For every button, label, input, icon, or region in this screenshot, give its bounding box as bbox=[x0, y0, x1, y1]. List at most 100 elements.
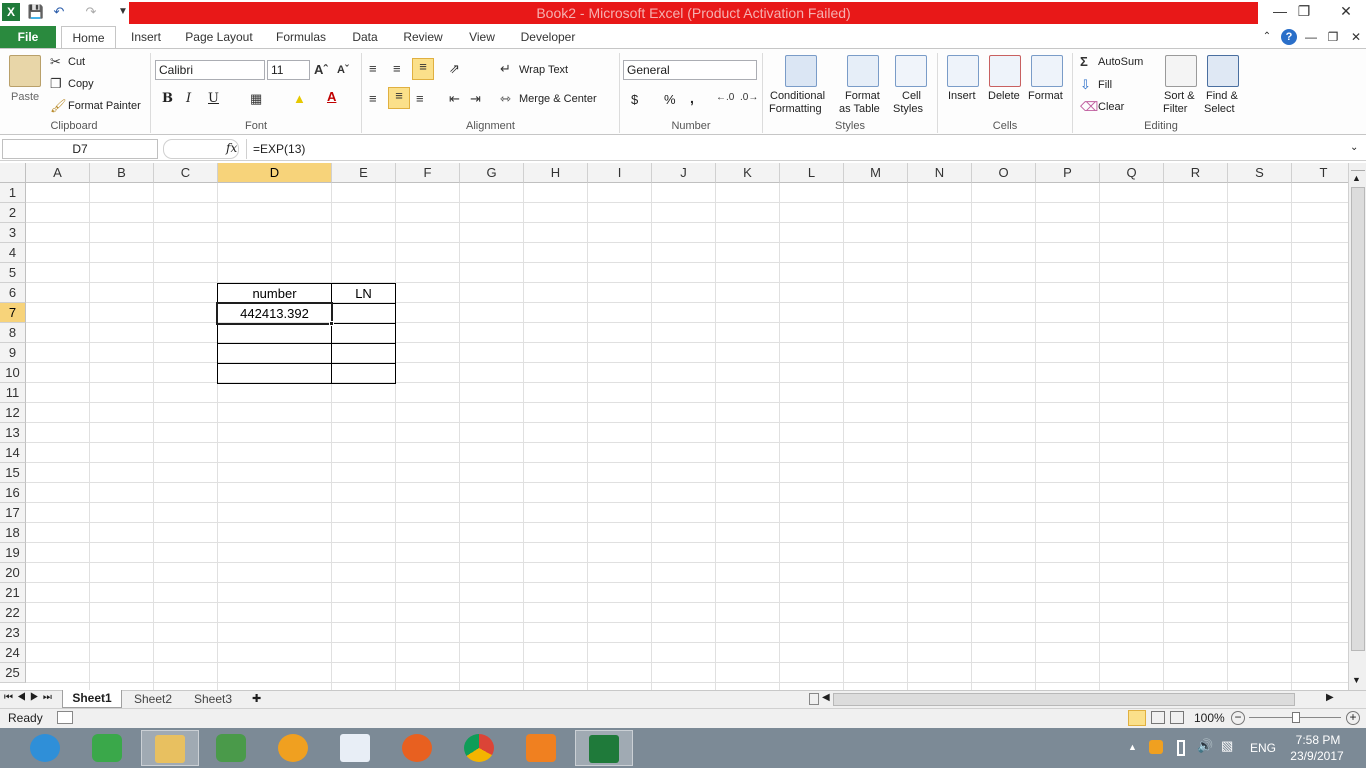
column-header-e[interactable]: E bbox=[332, 163, 396, 183]
percent-button[interactable]: % bbox=[664, 92, 676, 107]
row-header-11[interactable]: 11 bbox=[0, 383, 26, 403]
scroll-left-icon[interactable]: ◀ bbox=[822, 692, 830, 703]
column-header-d[interactable]: D bbox=[218, 163, 332, 183]
copy-button[interactable]: Copy bbox=[68, 78, 94, 90]
delete-cells-icon[interactable] bbox=[989, 55, 1021, 87]
format-cells-icon[interactable] bbox=[1031, 55, 1063, 87]
column-header-p[interactable]: P bbox=[1036, 163, 1100, 183]
format-painter-button[interactable]: Format Painter bbox=[68, 100, 141, 112]
sheet-tab-2[interactable]: Sheet2 bbox=[126, 691, 180, 708]
column-header-h[interactable]: H bbox=[524, 163, 588, 183]
align-top-icon[interactable]: ≡ bbox=[369, 61, 377, 76]
insert-function-icon[interactable]: fx bbox=[226, 141, 237, 155]
align-center-icon[interactable]: ≡ bbox=[388, 87, 410, 109]
row-header-5[interactable]: 5 bbox=[0, 263, 26, 283]
taskbar-file-explorer[interactable] bbox=[141, 730, 199, 766]
column-header-i[interactable]: I bbox=[588, 163, 652, 183]
sheet-nav-icons[interactable]: ⏮◀▶⏭ bbox=[4, 692, 56, 703]
italic-button[interactable]: I bbox=[186, 91, 191, 106]
font-color-icon[interactable]: A bbox=[327, 89, 336, 104]
row-header-13[interactable]: 13 bbox=[0, 423, 26, 443]
tab-review[interactable]: Review bbox=[400, 26, 446, 48]
font-size-select[interactable]: 11 bbox=[267, 60, 310, 80]
zoom-level[interactable]: 100% bbox=[1194, 711, 1225, 725]
row-header-16[interactable]: 16 bbox=[0, 483, 26, 503]
input-language[interactable]: ENG bbox=[1250, 741, 1276, 755]
column-header-c[interactable]: C bbox=[154, 163, 218, 183]
row-header-1[interactable]: 1 bbox=[0, 183, 26, 203]
scroll-down-icon[interactable]: ▼ bbox=[1352, 675, 1361, 685]
sheet-tab-3[interactable]: Sheet3 bbox=[186, 691, 240, 708]
doc-close-icon[interactable]: ✕ bbox=[1349, 26, 1363, 48]
normal-view-icon[interactable] bbox=[1128, 710, 1146, 726]
format-as-table-label[interactable]: Format bbox=[845, 90, 880, 102]
fill-handle[interactable] bbox=[329, 321, 334, 326]
column-header-b[interactable]: B bbox=[90, 163, 154, 183]
row-header-25[interactable]: 25 bbox=[0, 663, 26, 683]
horizontal-scroll-thumb[interactable] bbox=[833, 693, 1295, 706]
show-hidden-icons[interactable]: ▲ bbox=[1128, 742, 1137, 752]
row-header-24[interactable]: 24 bbox=[0, 643, 26, 663]
scroll-right-icon[interactable]: ▶ bbox=[1326, 692, 1334, 703]
conditional-formatting-icon[interactable] bbox=[785, 55, 817, 87]
conditional-formatting-label[interactable]: Conditional bbox=[770, 90, 825, 102]
currency-button[interactable]: $ bbox=[631, 92, 638, 107]
bold-button[interactable]: B bbox=[162, 91, 173, 106]
column-header-j[interactable]: J bbox=[652, 163, 716, 183]
tray-app-icon[interactable] bbox=[1149, 740, 1163, 754]
column-header-q[interactable]: Q bbox=[1100, 163, 1164, 183]
volume-icon[interactable]: 🔊 bbox=[1197, 738, 1213, 754]
worksheet-grid[interactable]: ABCDEFGHIJKLMNOPQRST 1 2 3 4 5 6 7 8 9 10 11 12 13 14… bbox=[0, 163, 1348, 690]
number-format-select[interactable]: General bbox=[623, 60, 757, 80]
decrease-decimal-icon[interactable]: .0→ bbox=[740, 92, 758, 103]
tab-insert[interactable]: Insert bbox=[126, 26, 166, 48]
format-cells-button[interactable]: Format bbox=[1028, 90, 1063, 102]
page-layout-view-icon[interactable] bbox=[1151, 711, 1165, 724]
taskbar-firefox[interactable] bbox=[389, 730, 447, 766]
restore-icon[interactable]: ❐ bbox=[1290, 0, 1318, 24]
row-header-4[interactable]: 4 bbox=[0, 243, 26, 263]
doc-restore-icon[interactable]: ❐ bbox=[1326, 26, 1340, 48]
insert-cells-button[interactable]: Insert bbox=[948, 90, 976, 102]
format-as-table-icon[interactable] bbox=[847, 55, 879, 87]
row-header-8[interactable]: 8 bbox=[0, 323, 26, 343]
sheet-tab-1[interactable]: Sheet1 bbox=[62, 690, 122, 708]
name-box[interactable]: D7 bbox=[2, 139, 158, 159]
decrease-font-icon[interactable]: Aˇ bbox=[337, 64, 349, 76]
row-header-17[interactable]: 17 bbox=[0, 503, 26, 523]
cell-e6[interactable]: LN bbox=[332, 284, 395, 303]
tab-data[interactable]: Data bbox=[347, 26, 383, 48]
row-header-2[interactable]: 2 bbox=[0, 203, 26, 223]
cell-styles-label-2[interactable]: Styles bbox=[893, 103, 923, 115]
font-name-select[interactable]: Calibri bbox=[155, 60, 265, 80]
sort-filter-icon[interactable] bbox=[1165, 55, 1197, 87]
select-all-button[interactable] bbox=[0, 163, 26, 183]
taskbar-app-store[interactable] bbox=[327, 730, 385, 766]
close-icon[interactable]: ✕ bbox=[1326, 0, 1366, 24]
taskbar-internet-explorer[interactable] bbox=[17, 730, 75, 766]
taskbar-chrome[interactable] bbox=[451, 730, 509, 766]
split-box[interactable] bbox=[1351, 163, 1365, 171]
vertical-scroll-thumb[interactable] bbox=[1351, 187, 1365, 651]
row-header-9[interactable]: 9 bbox=[0, 343, 26, 363]
column-header-o[interactable]: O bbox=[972, 163, 1036, 183]
row-header-15[interactable]: 15 bbox=[0, 463, 26, 483]
column-header-g[interactable]: G bbox=[460, 163, 524, 183]
zoom-in-icon[interactable]: + bbox=[1346, 711, 1360, 725]
save-icon[interactable]: 💾 bbox=[27, 3, 45, 21]
column-header-k[interactable]: K bbox=[716, 163, 780, 183]
fill-button[interactable]: Fill bbox=[1098, 79, 1112, 91]
page-break-view-icon[interactable] bbox=[1170, 711, 1184, 724]
collapse-ribbon-icon[interactable]: ⌃ bbox=[1260, 26, 1274, 48]
clear-button[interactable]: Clear bbox=[1098, 101, 1124, 113]
fill-color-icon[interactable]: ▲ bbox=[293, 91, 306, 106]
delete-cells-button[interactable]: Delete bbox=[988, 90, 1020, 102]
clock-time[interactable]: 7:58 PM bbox=[1293, 733, 1343, 747]
undo-icon[interactable]: ↶ bbox=[50, 3, 68, 21]
zoom-slider-thumb[interactable] bbox=[1292, 712, 1300, 723]
column-header-n[interactable]: N bbox=[908, 163, 972, 183]
row-header-12[interactable]: 12 bbox=[0, 403, 26, 423]
align-middle-icon[interactable]: ≡ bbox=[393, 61, 401, 76]
column-header-l[interactable]: L bbox=[780, 163, 844, 183]
column-header-f[interactable]: F bbox=[396, 163, 460, 183]
